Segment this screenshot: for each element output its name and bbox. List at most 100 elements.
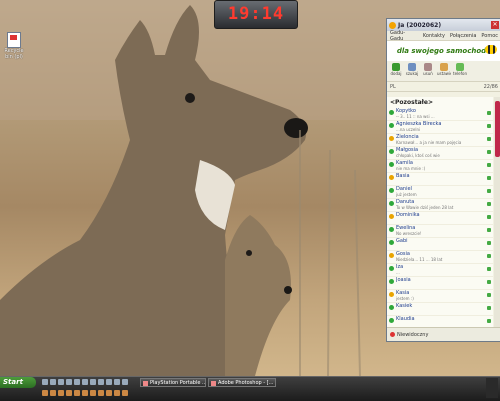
- document-icon: [7, 32, 21, 48]
- phone-button[interactable]: telefon: [453, 62, 467, 80]
- app-icon[interactable]: [74, 379, 80, 385]
- app-icon[interactable]: [82, 379, 88, 385]
- app-icon[interactable]: [58, 390, 64, 396]
- invisible-status-icon: [390, 332, 395, 337]
- status-icon: [389, 240, 394, 245]
- taskbar-item-photoshop[interactable]: Adobe Photoshop - [...: [208, 378, 276, 387]
- search-button[interactable]: szukaj: [405, 62, 419, 80]
- app-icon[interactable]: [98, 379, 104, 385]
- desktop-wallpaper: Recycle bin (pl) 19:14 Ja (2002062) ✕ Ga…: [0, 0, 500, 376]
- app-icon[interactable]: [58, 379, 64, 385]
- mobile-icon: [487, 306, 491, 310]
- contact-row[interactable]: Kamila nie ma mnie :): [387, 160, 493, 173]
- close-button[interactable]: ✕: [491, 21, 499, 29]
- mobile-icon: [487, 163, 491, 167]
- menu-item-kontakty[interactable]: Kontakty: [423, 33, 445, 39]
- delete-button[interactable]: usuń: [421, 62, 435, 80]
- scrollbar[interactable]: [494, 97, 500, 327]
- status-icon: [389, 188, 394, 193]
- app-icon[interactable]: [90, 390, 96, 396]
- contact-row[interactable]: Kasiek: [387, 303, 493, 316]
- system-tray[interactable]: [486, 378, 498, 398]
- status-icon: [389, 227, 394, 232]
- contact-row[interactable]: Basia: [387, 173, 493, 186]
- contact-description: Karnawał... a ja nie mam pojęcia: [396, 140, 462, 145]
- add-contact-button[interactable]: dodaj: [389, 62, 403, 80]
- quick-launch-row-2: [42, 390, 128, 396]
- mobile-icon: [487, 241, 491, 245]
- ad-banner[interactable]: dla swojego samochodu: [387, 41, 500, 61]
- status-icon: [389, 318, 394, 323]
- app-icon[interactable]: [106, 390, 112, 396]
- menu-item-gadu-gadu[interactable]: Gadu-Gadu: [390, 30, 418, 42]
- contact-description: nie ma mnie :): [396, 166, 426, 171]
- taskbar: Start PlayStation Portable ... Adobe Pho…: [0, 376, 500, 401]
- contact-row[interactable]: Agnieszka Birecka ...na uczelni: [387, 121, 493, 134]
- settings-button[interactable]: ustawienia: [437, 62, 451, 80]
- app-icon[interactable]: [66, 379, 72, 385]
- mobile-icon: [487, 111, 491, 115]
- mobile-icon: [487, 319, 491, 323]
- status-icon: [389, 279, 394, 284]
- status-icon: [389, 266, 394, 271]
- status-icon: [389, 149, 394, 154]
- contact-row[interactable]: Kasia jestem :): [387, 290, 493, 303]
- app-icon[interactable]: [50, 379, 56, 385]
- contact-row[interactable]: Zieloncia Karnawał... a ja nie mam pojęci…: [387, 134, 493, 147]
- clock-widget: 19:14: [214, 0, 298, 29]
- status-icon: [389, 201, 394, 206]
- status-icon: [389, 175, 394, 180]
- status-selector[interactable]: Niewidoczny: [387, 327, 500, 341]
- contact-row[interactable]: Dominika: [387, 212, 493, 225]
- mobile-icon: [487, 228, 491, 232]
- status-label: Niewidoczny: [397, 331, 429, 338]
- app-icon[interactable]: [42, 390, 48, 396]
- app-icon[interactable]: [122, 390, 128, 396]
- contact-name: Basia: [396, 173, 410, 179]
- app-icon[interactable]: [106, 379, 112, 385]
- contact-row[interactable]: Daniel już jestem: [387, 186, 493, 199]
- app-icon[interactable]: [90, 379, 96, 385]
- contact-row[interactable]: Danuta To w Wawie dziś jeden 28 lat: [387, 199, 493, 212]
- status-icon: [389, 136, 394, 141]
- app-icon[interactable]: [74, 390, 80, 396]
- status-icon: [389, 253, 394, 258]
- flag-label: PL: [390, 83, 396, 90]
- app-icon[interactable]: [42, 379, 48, 385]
- contact-row[interactable]: Joasia: [387, 277, 493, 290]
- menu-item-pomoc[interactable]: Pomoc: [481, 33, 498, 39]
- status-icon: [389, 162, 394, 167]
- contact-row[interactable]: Iza...: [387, 264, 493, 277]
- contact-row[interactable]: Małgosia chłopaki, ktoś coś wie: [387, 147, 493, 160]
- scrollbar-thumb[interactable]: [495, 101, 500, 157]
- app-icon[interactable]: [122, 379, 128, 385]
- mobile-icon: [487, 189, 491, 193]
- app-icon[interactable]: [50, 390, 56, 396]
- contact-description: Niedziela... 11 ... 18 lat: [396, 257, 443, 262]
- start-button[interactable]: Start: [0, 377, 36, 388]
- quick-launch: [42, 379, 128, 385]
- status-icon: [389, 110, 394, 115]
- search-icon: [408, 63, 416, 71]
- contact-row[interactable]: Ewelina No wreszcie!: [387, 225, 493, 238]
- taskbar-item-psp[interactable]: PlayStation Portable ...: [140, 378, 206, 387]
- status-icon: [389, 214, 394, 219]
- phone-icon: [456, 63, 464, 71]
- status-icon: [389, 123, 394, 128]
- delete-icon: [424, 63, 432, 71]
- contact-row[interactable]: Kopytko -- 3.. 11 :: na wsi ...: [387, 108, 493, 121]
- menu-item-polaczenia[interactable]: Połączenia: [450, 33, 476, 39]
- desktop-icon[interactable]: Recycle bin (pl): [3, 32, 25, 60]
- app-icon[interactable]: [114, 390, 120, 396]
- contact-name: Gabi: [396, 238, 408, 244]
- status-icon: [389, 292, 394, 297]
- app-icon[interactable]: [98, 390, 104, 396]
- app-icon[interactable]: [114, 379, 120, 385]
- contact-row[interactable]: Gosia Niedziela... 11 ... 18 lat: [387, 251, 493, 264]
- app-icon[interactable]: [66, 390, 72, 396]
- app-icon[interactable]: [82, 390, 88, 396]
- contact-row[interactable]: Klaudia: [387, 316, 493, 327]
- mobile-icon: [487, 293, 491, 297]
- group-header[interactable]: <Pozostałe>: [387, 97, 493, 108]
- contact-row[interactable]: Gabi: [387, 238, 493, 251]
